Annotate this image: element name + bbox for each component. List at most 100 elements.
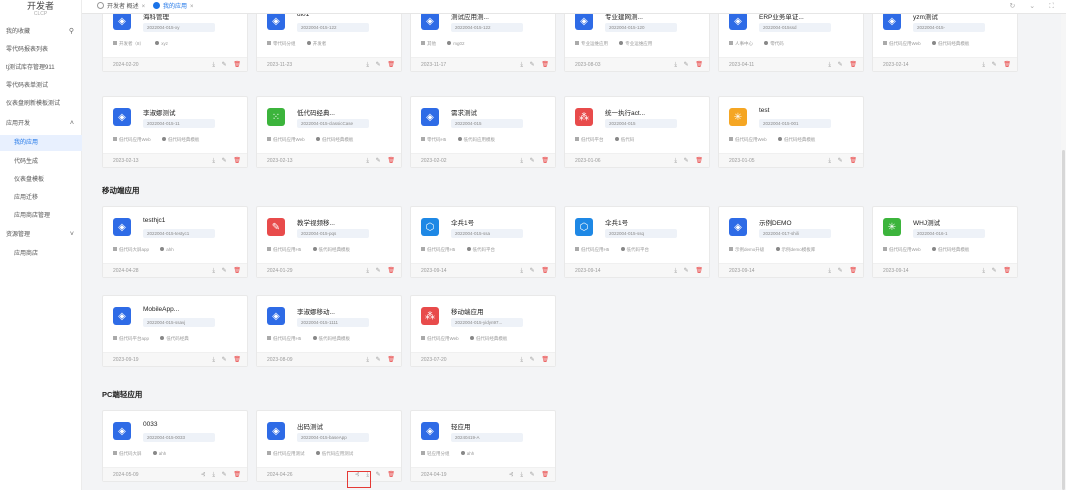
download-button[interactable]: ⤓	[212, 62, 215, 68]
app-name[interactable]: 统一执行act...	[605, 107, 645, 117]
app-name[interactable]: 移动端应用	[451, 306, 484, 316]
sidebar-item-store-admin[interactable]: 应用商店管理	[0, 208, 82, 224]
app-name[interactable]: 李淑娜测试	[143, 107, 176, 117]
app-card[interactable]: ◈ ui01 2022004-015-122 零代码分组 开发者 2023-11…	[256, 14, 402, 72]
window-controls[interactable]: ↻ ⌄ ⛶	[1009, 2, 1060, 11]
delete-button[interactable]: 🗑	[695, 268, 703, 274]
edit-button[interactable]: ✎	[684, 268, 689, 274]
app-name[interactable]: 0033	[143, 421, 157, 428]
delete-button[interactable]: 🗑	[1003, 62, 1011, 68]
delete-button[interactable]: 🗑	[387, 357, 395, 363]
download-button[interactable]: ⤓	[212, 357, 215, 363]
sidebar-item-dashboard-template[interactable]: 仪表盘模板	[0, 172, 82, 188]
download-button[interactable]: ⤓	[212, 268, 215, 274]
delete-button[interactable]: 🗑	[387, 268, 395, 274]
edit-button[interactable]: ✎	[222, 62, 227, 68]
app-name[interactable]: 出码测试	[297, 421, 323, 431]
app-card[interactable]: ⁙ 低代码经典... 2022004-015-classicCase 低代码应用…	[256, 96, 402, 168]
download-button[interactable]: ⤓	[982, 268, 985, 274]
app-card[interactable]: ◈ 轻应用 20240419-A 轻应用分组 ahh 2024-04-19 ⊰ …	[410, 410, 556, 482]
app-name[interactable]: 教学视频移...	[297, 217, 335, 227]
app-name[interactable]: 海科管理	[143, 14, 169, 21]
app-name[interactable]: 低代码经典...	[297, 107, 335, 117]
edit-button[interactable]: ✎	[838, 62, 843, 68]
download-button[interactable]: ⤓	[366, 62, 369, 68]
edit-button[interactable]: ✎	[376, 472, 381, 478]
download-button[interactable]: ⤓	[366, 268, 369, 274]
edit-button[interactable]: ✎	[530, 158, 535, 164]
app-card[interactable]: ✳ test 2022004-015-001 低代码应用Web 低代码经典模板 …	[718, 96, 864, 168]
download-button[interactable]: ⤓	[982, 62, 985, 68]
app-card[interactable]: ✎ 教学视频移... 2022004-015-pqs 低代码应用H5 低代码经典…	[256, 206, 402, 278]
edit-button[interactable]: ✎	[992, 62, 997, 68]
download-button[interactable]: ⤓	[520, 268, 523, 274]
edit-button[interactable]: ✎	[222, 472, 227, 478]
edit-button[interactable]: ✎	[684, 62, 689, 68]
app-name[interactable]: 测试应用测...	[451, 14, 489, 21]
app-card[interactable]: ⁂ 统一执行act... 2022004-015 低代码平台 低代码 2023-…	[564, 96, 710, 168]
delete-button[interactable]: 🗑	[849, 62, 857, 68]
edit-button[interactable]: ✎	[530, 62, 535, 68]
delete-button[interactable]: 🗑	[233, 268, 241, 274]
search-icon[interactable]: ⚲	[69, 24, 74, 40]
edit-button[interactable]: ✎	[222, 357, 227, 363]
edit-button[interactable]: ✎	[376, 268, 381, 274]
delete-button[interactable]: 🗑	[233, 62, 241, 68]
delete-button[interactable]: 🗑	[233, 158, 241, 164]
app-name[interactable]: ui01	[297, 14, 309, 18]
sidebar-item-resources[interactable]: 资源管理 ˅	[0, 227, 82, 243]
sidebar-item-inventory[interactable]: tj测试库存管理911	[0, 60, 82, 76]
download-button[interactable]: ⤓	[828, 158, 831, 164]
download-button[interactable]: ⤓	[212, 158, 215, 164]
sidebar-item-report-list[interactable]: 零代码报表列表	[0, 42, 82, 58]
edit-button[interactable]: ✎	[838, 268, 843, 274]
download-button[interactable]: ⤓	[520, 62, 523, 68]
app-card[interactable]: ◈ yzm测试 2022004-015- 低代码应用Web 低代码经典模板 20…	[872, 14, 1018, 72]
scrollbar-thumb[interactable]	[1062, 150, 1065, 490]
edit-button[interactable]: ✎	[222, 268, 227, 274]
edit-button[interactable]: ✎	[530, 357, 535, 363]
download-button[interactable]: ⤓	[366, 158, 369, 164]
sidebar-item-app-dev[interactable]: 应用开发 ˄	[0, 116, 82, 132]
share-button[interactable]: ⊰	[201, 472, 206, 478]
app-name[interactable]: 示例DEMO	[759, 217, 792, 227]
delete-button[interactable]: 🗑	[233, 472, 241, 478]
sidebar-item-favorites[interactable]: 我的收藏 ⚲	[0, 24, 82, 40]
delete-button[interactable]: 🗑	[387, 62, 395, 68]
app-name[interactable]: 轻应用	[451, 421, 471, 431]
sidebar-item-dashboard-test[interactable]: 仪表盘刷新模板测试	[0, 96, 82, 112]
app-card[interactable]: ◈ 李淑娜测试 2022004-015-11 低代码应用Web 低代码经典模板 …	[102, 96, 248, 168]
app-card[interactable]: ⬡ 伞兵1号 2022004-015-ssa 低代码应用H5 低代码平台 202…	[410, 206, 556, 278]
delete-button[interactable]: 🗑	[387, 472, 395, 478]
edit-button[interactable]: ✎	[992, 268, 997, 274]
download-button[interactable]: ⤓	[674, 268, 677, 274]
download-button[interactable]: ⤓	[674, 158, 677, 164]
app-card[interactable]: ◈ 李淑娜移动... 2022004-015-1111 低代码应用H5 低代码经…	[256, 295, 402, 367]
app-card[interactable]: ◈ 海科管理 2022004-015-xy 开发者（8） xyz 2024-02…	[102, 14, 248, 72]
edit-button[interactable]: ✎	[376, 62, 381, 68]
close-icon[interactable]: ×	[190, 4, 194, 10]
edit-button[interactable]: ✎	[838, 158, 843, 164]
delete-button[interactable]: 🗑	[695, 158, 703, 164]
download-button[interactable]: ⤓	[520, 472, 523, 478]
edit-button[interactable]: ✎	[376, 158, 381, 164]
delete-button[interactable]: 🗑	[849, 158, 857, 164]
delete-button[interactable]: 🗑	[1003, 268, 1011, 274]
sidebar-item-form-test[interactable]: 零代码表单测试	[0, 78, 82, 94]
download-button[interactable]: ⤓	[212, 472, 215, 478]
app-name[interactable]: ERP业务单证...	[759, 14, 804, 21]
app-card[interactable]: ◈ 需求测试 2022004-015 零代码H5 低代码应用模板 2023-02…	[410, 96, 556, 168]
app-name[interactable]: testhjc1	[143, 217, 165, 224]
app-name[interactable]: 专业建网测...	[605, 14, 643, 21]
delete-button[interactable]: 🗑	[541, 268, 549, 274]
app-name[interactable]: 李淑娜移动...	[297, 306, 335, 316]
delete-button[interactable]: 🗑	[387, 158, 395, 164]
app-card[interactable]: ◈ testhjc1 2022004-015-testyc1 低代码大屏app …	[102, 206, 248, 278]
download-button[interactable]: ⤓	[520, 357, 523, 363]
app-name[interactable]: MobileApp...	[143, 306, 179, 313]
download-button[interactable]: ⤓	[828, 268, 831, 274]
edit-button[interactable]: ✎	[530, 268, 535, 274]
delete-button[interactable]: 🗑	[695, 62, 703, 68]
delete-button[interactable]: 🗑	[233, 357, 241, 363]
tab-overview[interactable]: 开发者 概述 ×	[94, 2, 148, 12]
